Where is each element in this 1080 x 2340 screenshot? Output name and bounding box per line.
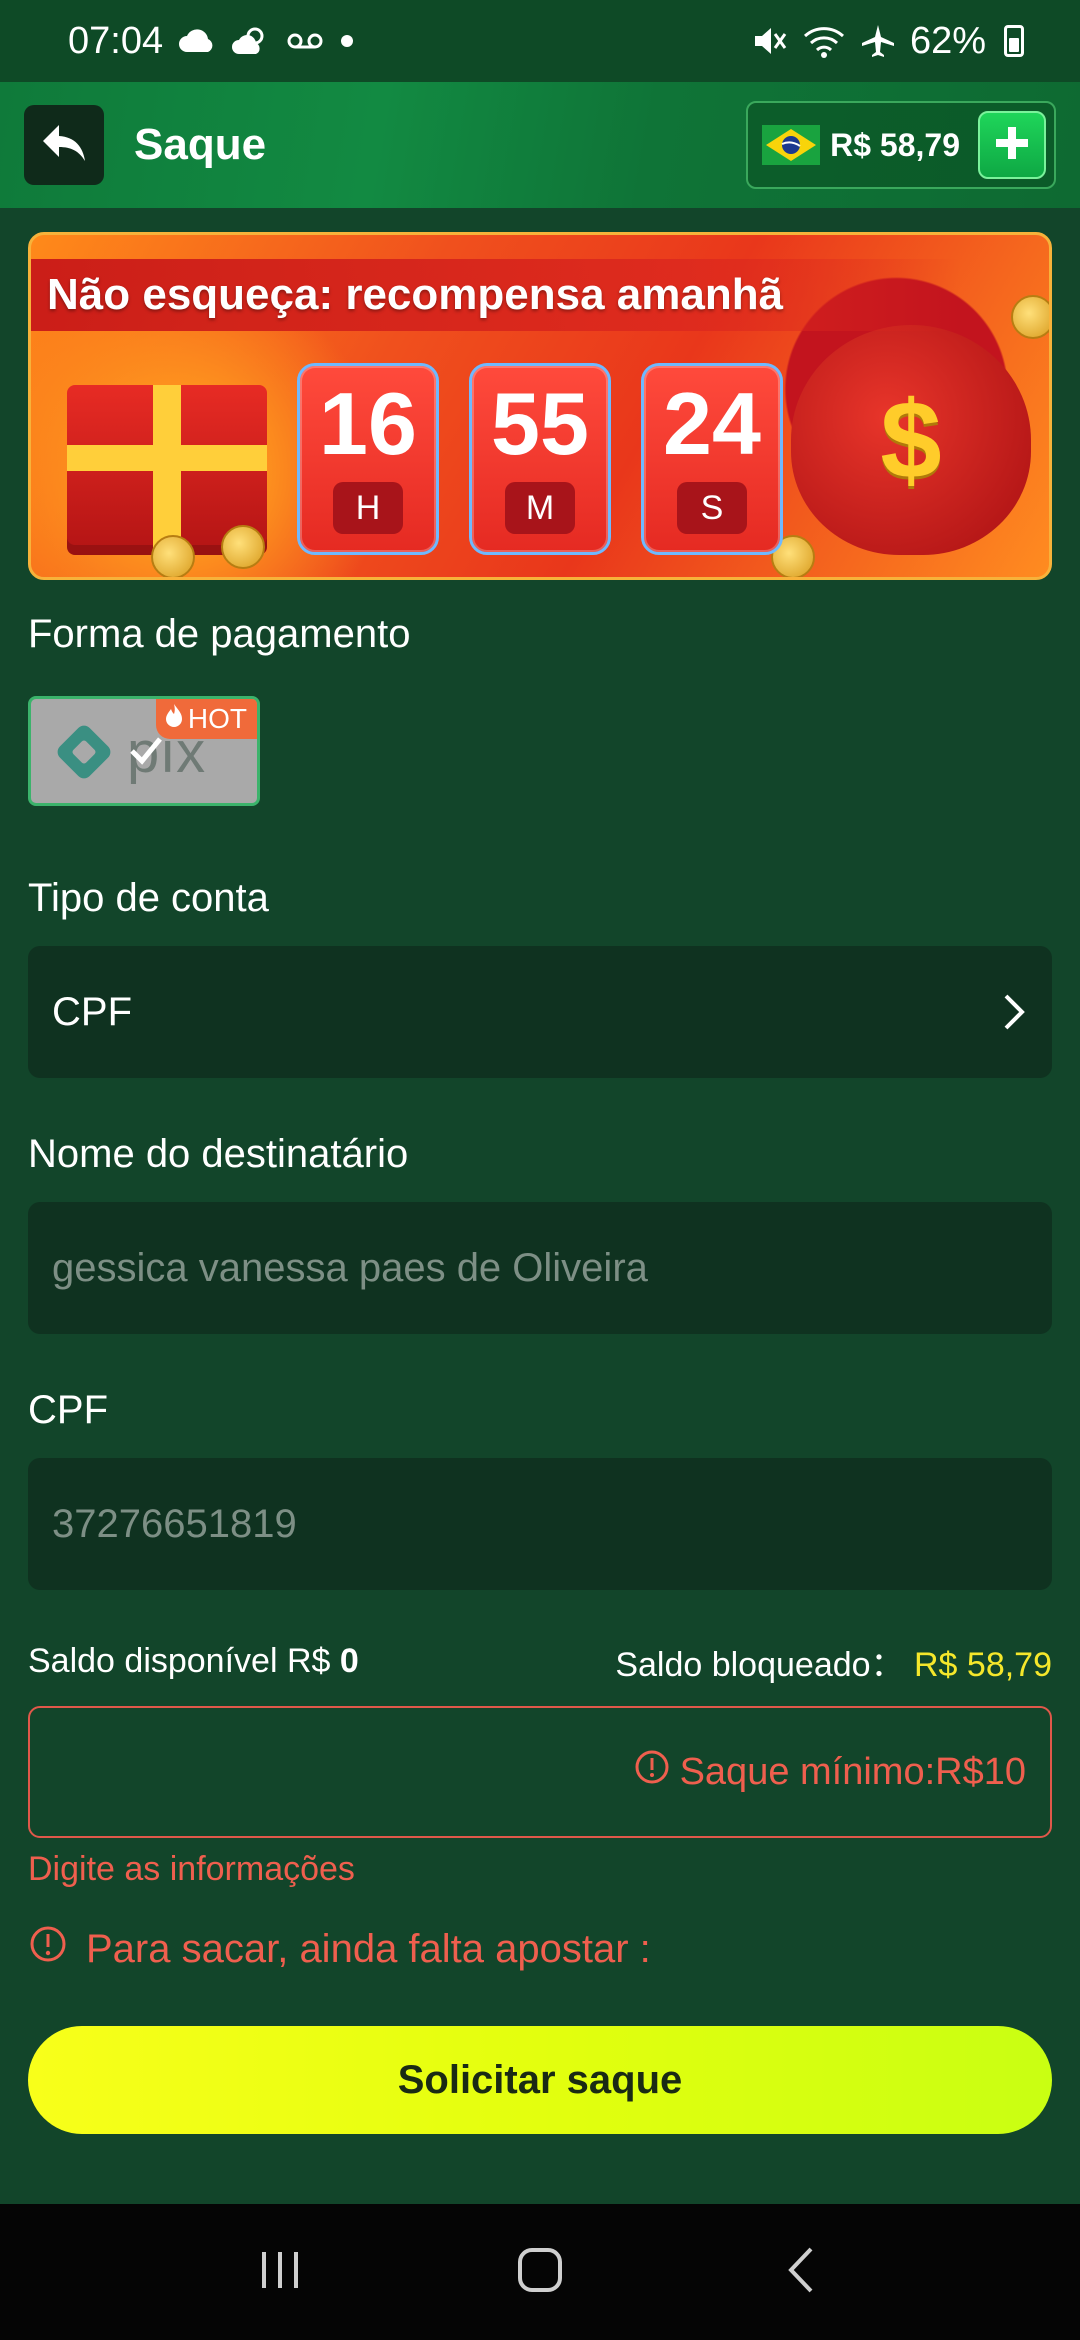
request-withdraw-button[interactable]: Solicitar saque — [28, 2026, 1052, 2134]
voicemail-icon — [285, 31, 325, 51]
reward-banner[interactable]: $ Não esqueça: recompensa amanhã 16 H 55… — [28, 232, 1052, 580]
battery-percent: 62% — [909, 19, 986, 62]
app-header: Saque R$ 58,79 — [0, 82, 1080, 208]
withdraw-screen: 07:04 62% Saque R$ 58,79 $ Não esqueça: … — [0, 0, 1080, 2340]
hot-badge: HOT — [155, 699, 257, 739]
countdown-timer: 16 H 55 M 24 S — [297, 363, 783, 555]
page-title: Saque — [134, 120, 267, 169]
coin-icon — [1011, 295, 1049, 339]
coin-icon — [221, 525, 265, 569]
balance-display[interactable]: R$ 58,79 — [746, 101, 1056, 189]
status-left: 07:04 — [68, 20, 355, 63]
back-button[interactable] — [24, 105, 104, 185]
back-nav-button[interactable] — [755, 2227, 845, 2317]
blocked-balance-value: R$ 58,79 — [914, 1645, 1052, 1684]
chevron-right-icon — [1002, 992, 1028, 1032]
banner-title: Não esqueça: recompensa amanhã — [47, 270, 784, 319]
bet-requirement-warning: Para sacar, ainda falta apostar : — [28, 1924, 651, 1974]
battery-icon — [1004, 25, 1024, 57]
timer-hours-value: 16 — [319, 374, 417, 473]
home-icon — [515, 2245, 565, 2300]
timer-minutes-value: 55 — [491, 374, 589, 473]
cpf-label: CPF — [28, 1388, 108, 1432]
partly-cloudy-icon — [231, 26, 271, 56]
money-bag-image: $ — [791, 325, 1031, 555]
money-bag-dollar: $ — [880, 378, 942, 502]
flame-icon — [164, 703, 184, 736]
blocked-balance-label: Saldo bloqueado： — [615, 1645, 905, 1684]
cpf-input[interactable]: 37276651819 — [28, 1458, 1052, 1590]
timer-seconds: 24 S — [641, 363, 783, 555]
mute-icon — [752, 24, 788, 58]
timer-hours: 16 H — [297, 363, 439, 555]
recipient-name-placeholder: gessica vanessa paes de Oliveira — [52, 1245, 648, 1290]
account-type-value: CPF — [52, 989, 132, 1034]
timer-minutes-unit: M — [505, 482, 575, 534]
alert-circle-icon — [634, 1749, 670, 1795]
payment-option-pix[interactable]: pix HOT — [28, 696, 260, 806]
brazil-flag-icon — [762, 125, 821, 165]
pix-logo-icon — [53, 721, 115, 783]
alert-circle-icon — [28, 1924, 68, 1974]
withdraw-amount-input[interactable]: Saque mínimo:R$10 — [28, 1706, 1052, 1838]
banner-title-bar: Não esqueça: recompensa amanhã — [31, 259, 961, 331]
balance-amount: R$ 58,79 — [830, 126, 960, 163]
timer-seconds-unit: S — [677, 482, 747, 534]
available-balance: Saldo disponível R$ 0 — [28, 1642, 359, 1681]
system-nav-bar — [0, 2204, 1080, 2340]
timer-minutes: 55 M — [469, 363, 611, 555]
withdraw-amount-placeholder: Saque mínimo:R$10 — [679, 1750, 1026, 1793]
input-error-message: Digite as informações — [28, 1850, 355, 1888]
back-arrow-icon — [39, 121, 89, 170]
back-chevron-icon — [783, 2245, 817, 2300]
balances-row: Saldo disponível R$ 0 Saldo bloqueado： R… — [28, 1636, 1052, 1686]
plus-icon — [992, 123, 1032, 168]
recipient-name-input[interactable]: gessica vanessa paes de Oliveira — [28, 1202, 1052, 1334]
selected-check-icon — [127, 731, 165, 769]
blocked-balance: Saldo bloqueado： R$ 58,79 — [615, 1637, 1052, 1686]
hot-badge-text: HOT — [187, 703, 247, 734]
account-type-label: Tipo de conta — [28, 876, 269, 920]
status-right: 62% — [752, 20, 1024, 63]
airplane-icon — [860, 23, 896, 59]
recent-apps-button[interactable] — [235, 2227, 325, 2317]
wifi-icon — [802, 24, 846, 58]
timer-seconds-value: 24 — [663, 374, 761, 473]
recent-apps-icon — [256, 2248, 304, 2297]
cpf-placeholder: 37276651819 — [52, 1501, 297, 1546]
account-type-select[interactable]: CPF — [28, 946, 1052, 1078]
status-bar: 07:04 62% — [0, 0, 1080, 82]
payment-method-label: Forma de pagamento — [28, 612, 411, 656]
recipient-name-label: Nome do destinatário — [28, 1132, 409, 1176]
home-button[interactable] — [495, 2227, 585, 2317]
available-balance-label: Saldo disponível R$ — [28, 1641, 331, 1680]
available-balance-value: 0 — [339, 1641, 359, 1680]
coin-icon — [151, 535, 195, 577]
add-funds-button[interactable] — [978, 111, 1046, 179]
dot-icon — [339, 33, 355, 49]
cloud-icon — [177, 28, 217, 54]
status-time: 07:04 — [68, 19, 164, 62]
timer-hours-unit: H — [333, 482, 403, 534]
bet-requirement-text: Para sacar, ainda falta apostar : — [86, 1926, 651, 1971]
